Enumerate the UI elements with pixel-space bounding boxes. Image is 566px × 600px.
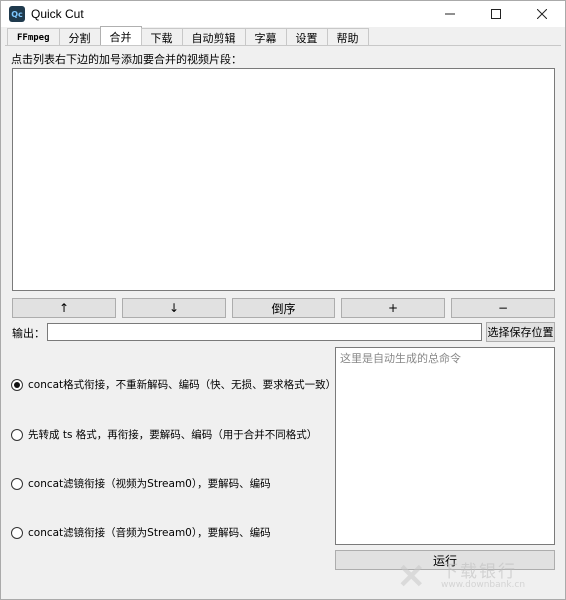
window-title: Quick Cut bbox=[31, 7, 84, 21]
output-label: 输出： bbox=[12, 327, 45, 340]
move-up-button[interactable]: ↑ bbox=[12, 298, 116, 318]
close-icon bbox=[537, 9, 547, 19]
radio-button[interactable] bbox=[11, 428, 23, 441]
maximize-icon bbox=[491, 9, 501, 19]
radio-button[interactable] bbox=[11, 526, 23, 539]
option-concat-filter-audio[interactable]: concat滤镜衔接（音频为Stream0），要解码、编码 bbox=[11, 525, 271, 540]
radio-button-checked[interactable] bbox=[11, 378, 23, 391]
remove-segment-button[interactable]: − bbox=[451, 298, 555, 318]
watermark: ✕ 下载银行 www.downbank.cn bbox=[397, 558, 557, 596]
tab-help[interactable]: 帮助 bbox=[326, 28, 369, 46]
command-placeholder: 这里是自动生成的总命令 bbox=[340, 352, 461, 365]
app-window: Qc Quick Cut FFmpeg 分割 合并 下载 自动剪辑 字幕 设置 … bbox=[0, 0, 566, 600]
tab-auto-edit[interactable]: 自动剪辑 bbox=[181, 28, 246, 46]
minimize-icon bbox=[445, 13, 455, 15]
minimize-button[interactable] bbox=[427, 1, 473, 27]
watermark-logo-icon: ✕ bbox=[397, 558, 426, 596]
watermark-cn: 下载银行 bbox=[441, 561, 517, 582]
video-segment-list[interactable] bbox=[12, 68, 555, 291]
generated-command-box[interactable]: 这里是自动生成的总命令 bbox=[335, 347, 555, 545]
option-convert-ts[interactable]: 先转成 ts 格式，再衔接，要解码、编码（用于合并不同格式） bbox=[11, 427, 317, 442]
tab-ffmpeg[interactable]: FFmpeg bbox=[7, 28, 60, 46]
merge-hint: 点击列表右下边的加号添加要合并的视频片段： bbox=[11, 53, 242, 66]
output-path-input[interactable] bbox=[47, 323, 482, 341]
option-label: concat滤镜衔接（音频为Stream0），要解码、编码 bbox=[28, 527, 271, 539]
reverse-order-button[interactable]: 倒序 bbox=[232, 298, 335, 318]
tab-bar: FFmpeg 分割 合并 下载 自动剪辑 字幕 设置 帮助 bbox=[7, 26, 369, 46]
maximize-button[interactable] bbox=[473, 1, 519, 27]
close-button[interactable] bbox=[519, 1, 565, 27]
option-label: concat格式衔接，不重新解码、编码（快、无损、要求格式一致） bbox=[28, 379, 337, 391]
app-icon: Qc bbox=[9, 6, 25, 22]
tab-subtitle[interactable]: 字幕 bbox=[244, 28, 287, 46]
tab-download[interactable]: 下载 bbox=[140, 28, 183, 46]
title-bar: Qc Quick Cut bbox=[1, 1, 565, 27]
tab-split[interactable]: 分割 bbox=[58, 28, 101, 46]
watermark-en: www.downbank.cn bbox=[441, 580, 526, 591]
tab-merge[interactable]: 合并 bbox=[99, 26, 142, 46]
move-down-button[interactable]: ↓ bbox=[122, 298, 226, 318]
add-segment-button[interactable]: + bbox=[341, 298, 445, 318]
option-label: 先转成 ts 格式，再衔接，要解码、编码（用于合并不同格式） bbox=[28, 429, 318, 441]
option-label: concat滤镜衔接（视频为Stream0），要解码、编码 bbox=[28, 478, 271, 490]
option-concat-filter-video[interactable]: concat滤镜衔接（视频为Stream0），要解码、编码 bbox=[11, 476, 271, 491]
radio-button[interactable] bbox=[11, 477, 23, 490]
option-concat-format[interactable]: concat格式衔接，不重新解码、编码（快、无损、要求格式一致） bbox=[11, 377, 336, 392]
tab-settings[interactable]: 设置 bbox=[285, 28, 328, 46]
choose-save-location-button[interactable]: 选择保存位置 bbox=[486, 322, 555, 342]
